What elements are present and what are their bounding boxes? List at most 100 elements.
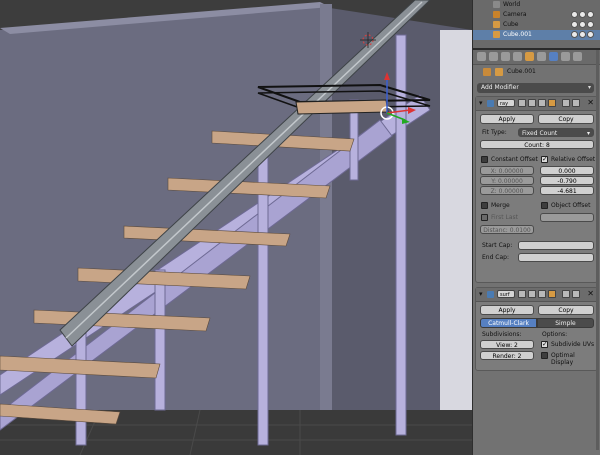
apply-button[interactable]: Apply [480, 305, 534, 315]
constraints-tab-icon[interactable] [537, 52, 546, 61]
outliner: World Camera Cube Cube.001 [473, 0, 600, 50]
wrench-icon[interactable] [549, 52, 558, 61]
mesh-icon [495, 68, 503, 76]
editmode-toggle-icon[interactable] [518, 290, 526, 298]
viewport-scene [0, 0, 472, 455]
cage-toggle-icon[interactable] [548, 99, 556, 107]
offset-object-field[interactable] [540, 213, 594, 222]
close-icon[interactable]: ✕ [587, 289, 594, 298]
chevron-down-icon: ▾ [587, 84, 591, 91]
render-toggle-icon[interactable] [528, 99, 536, 107]
close-icon[interactable]: ✕ [587, 98, 594, 107]
outliner-label: Cube.001 [503, 31, 532, 38]
optimal-display-checkbox[interactable] [541, 352, 548, 359]
outliner-label: World [503, 1, 521, 8]
outliner-label: Camera [503, 11, 527, 18]
outliner-row-world[interactable]: World [473, 0, 600, 10]
visibility-toggles[interactable] [570, 11, 596, 19]
visibility-toggles[interactable] [570, 21, 596, 29]
apply-button[interactable]: Apply [480, 114, 534, 124]
chevron-down-icon: ▾ [586, 130, 590, 137]
move-down-icon[interactable] [572, 290, 580, 298]
3d-viewport[interactable] [0, 0, 472, 455]
relative-offset-label: Relative Offset [551, 156, 596, 163]
object-offset-checkbox[interactable] [541, 202, 548, 209]
material-tab-icon[interactable] [573, 52, 582, 61]
eye-icon[interactable] [538, 290, 546, 298]
array-modifier-icon [487, 100, 494, 107]
visibility-toggles[interactable] [570, 31, 596, 39]
scene-tab-icon[interactable] [501, 52, 510, 61]
add-modifier-label: Add Modifier [481, 84, 519, 91]
object-offset-label: Object Offset [551, 202, 591, 209]
subsurf-modifier-panel: ▾ surf ✕ Apply Copy Catmull-Clark Simple [475, 287, 598, 371]
cage-toggle-icon[interactable] [548, 290, 556, 298]
move-up-icon[interactable] [562, 99, 570, 107]
relative-x-field[interactable]: 0.000 [540, 166, 594, 175]
editmode-toggle-icon[interactable] [518, 99, 526, 107]
eye-icon[interactable] [538, 99, 546, 107]
constant-y-field[interactable]: Y: 0.00000 [480, 176, 534, 185]
breadcrumb: Cube.001 [473, 65, 600, 79]
outliner-row-cube-001[interactable]: Cube.001 [473, 30, 600, 40]
constant-offset-checkbox[interactable] [481, 156, 488, 163]
relative-offset-checkbox[interactable] [541, 155, 548, 163]
copy-button[interactable]: Copy [538, 305, 594, 315]
fit-type-dropdown[interactable]: Fixed Count ▾ [518, 128, 594, 137]
modifier-name-field[interactable]: ray [497, 99, 515, 107]
merge-checkbox[interactable] [481, 202, 488, 209]
merge-distance-field[interactable]: Distanc: 0.0100 [480, 225, 534, 234]
data-tab-icon[interactable] [561, 52, 570, 61]
count-field[interactable]: Count: 8 [480, 140, 594, 149]
subdivide-uvs-checkbox[interactable] [541, 340, 548, 348]
fit-type-value: Fixed Count [522, 130, 558, 137]
panel-scrollbar[interactable] [596, 50, 599, 450]
relative-z-field[interactable]: -4.681 [540, 186, 594, 195]
object-name: Cube.001 [507, 68, 536, 75]
outliner-row-cube[interactable]: Cube [473, 20, 600, 30]
start-cap-field[interactable] [518, 241, 594, 250]
world-icon [493, 1, 500, 8]
outliner-label: Cube [503, 21, 519, 28]
end-cap-field[interactable] [518, 253, 594, 262]
blender-window: World Camera Cube Cube.001 Cube.001 Add … [0, 0, 600, 455]
triangle-icon[interactable]: ▾ [479, 99, 483, 107]
move-down-icon[interactable] [572, 99, 580, 107]
properties-panel: World Camera Cube Cube.001 Cube.001 Add … [472, 0, 600, 455]
first-last-checkbox[interactable] [481, 214, 488, 221]
mesh-icon [493, 21, 500, 28]
add-modifier-dropdown[interactable]: Add Modifier ▾ [477, 83, 594, 93]
layers-tab-icon[interactable] [489, 52, 498, 61]
side-wall-light [440, 30, 472, 410]
relative-y-field[interactable]: -0.790 [540, 176, 594, 185]
view-levels-field[interactable]: View: 2 [480, 340, 534, 349]
end-cap-label: End Cap: [482, 254, 510, 261]
world-tab-icon[interactable] [513, 52, 522, 61]
modifier-name-field[interactable]: surf [497, 290, 515, 298]
fit-type-label: Fit Type: [482, 129, 507, 136]
subsurf-modifier-icon [487, 291, 494, 298]
catmull-clark-option[interactable]: Catmull-Clark [480, 318, 537, 328]
render-levels-field[interactable]: Render: 2 [480, 351, 534, 360]
optimal-display-label: Optimal Display [551, 352, 575, 366]
render-toggle-icon[interactable] [528, 290, 536, 298]
constant-z-field[interactable]: Z: 0.00000 [480, 186, 534, 195]
simple-option[interactable]: Simple [537, 318, 594, 328]
array-modifier-panel: ▾ ray ✕ Apply Copy Fit Type: Fixed Count… [475, 96, 598, 283]
subsurf-modifier-header[interactable]: ▾ surf ✕ [476, 288, 597, 302]
merge-label: Merge [491, 202, 510, 209]
object-tab-icon[interactable] [525, 52, 534, 61]
mesh-icon [493, 31, 500, 38]
start-cap-label: Start Cap: [482, 242, 513, 249]
subdivide-uvs-label: Subdivide UVs [551, 341, 595, 348]
copy-button[interactable]: Copy [538, 114, 594, 124]
camera-icon [493, 11, 500, 18]
move-up-icon[interactable] [562, 290, 570, 298]
outliner-row-camera[interactable]: Camera [473, 10, 600, 20]
triangle-icon[interactable]: ▾ [479, 290, 483, 298]
constant-x-field[interactable]: X: 0.00000 [480, 166, 534, 175]
properties-tabs [473, 50, 600, 65]
constant-offset-label: Constant Offset [491, 156, 538, 163]
render-tab-icon[interactable] [477, 52, 486, 61]
array-modifier-header[interactable]: ▾ ray ✕ [476, 97, 597, 111]
